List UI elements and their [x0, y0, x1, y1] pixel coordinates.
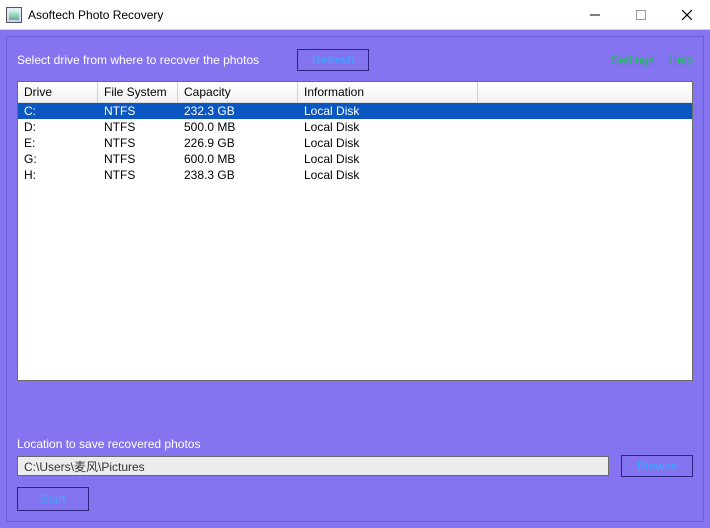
cell-extra	[478, 135, 692, 151]
close-button[interactable]	[664, 0, 710, 30]
start-button[interactable]: Start	[17, 487, 89, 511]
cell-fs: NTFS	[98, 103, 178, 119]
cell-info: Local Disk	[298, 151, 478, 167]
top-bar: Select drive from where to recover the p…	[17, 47, 693, 73]
drive-list-header: Drive File System Capacity Information	[18, 82, 692, 103]
cell-drive: D:	[18, 119, 98, 135]
drive-list[interactable]: Drive File System Capacity Information C…	[17, 81, 693, 381]
cell-capacity: 500.0 MB	[178, 119, 298, 135]
client-area: Select drive from where to recover the p…	[0, 30, 710, 528]
cell-extra	[478, 151, 692, 167]
instruction-text: Select drive from where to recover the p…	[17, 53, 259, 67]
cell-drive: E:	[18, 135, 98, 151]
col-capacity[interactable]: Capacity	[178, 82, 298, 102]
main-panel: Select drive from where to recover the p…	[6, 36, 704, 522]
cell-fs: NTFS	[98, 135, 178, 151]
table-row[interactable]: H:NTFS238.3 GBLocal Disk	[18, 167, 692, 183]
cell-info: Local Disk	[298, 103, 478, 119]
table-row[interactable]: E:NTFS226.9 GBLocal Disk	[18, 135, 692, 151]
cell-info: Local Disk	[298, 119, 478, 135]
cell-extra	[478, 119, 692, 135]
cell-extra	[478, 103, 692, 119]
settings-link[interactable]: Settings	[611, 53, 654, 67]
cell-capacity: 238.3 GB	[178, 167, 298, 183]
cell-capacity: 226.9 GB	[178, 135, 298, 151]
maximize-button[interactable]	[618, 0, 664, 30]
cell-fs: NTFS	[98, 151, 178, 167]
cell-info: Local Disk	[298, 135, 478, 151]
table-row[interactable]: C:NTFS232.3 GBLocal Disk	[18, 103, 692, 119]
cell-drive: G:	[18, 151, 98, 167]
minimize-button[interactable]	[572, 0, 618, 30]
app-icon	[6, 7, 22, 23]
cell-drive: H:	[18, 167, 98, 183]
table-row[interactable]: D:NTFS500.0 MBLocal Disk	[18, 119, 692, 135]
cell-drive: C:	[18, 103, 98, 119]
bottom-area: Location to save recovered photos Browse…	[17, 437, 693, 511]
cell-extra	[478, 167, 692, 183]
col-information[interactable]: Information	[298, 82, 478, 102]
table-row[interactable]: G:NTFS600.0 MBLocal Disk	[18, 151, 692, 167]
refresh-button[interactable]: Refresh	[297, 49, 369, 71]
cell-fs: NTFS	[98, 119, 178, 135]
col-file-system[interactable]: File System	[98, 82, 178, 102]
location-input[interactable]	[17, 456, 609, 476]
titlebar: Asoftech Photo Recovery	[0, 0, 710, 30]
location-label: Location to save recovered photos	[17, 437, 693, 451]
col-extra[interactable]	[478, 82, 692, 102]
col-drive[interactable]: Drive	[18, 82, 98, 102]
top-links: Settings Help	[611, 53, 693, 67]
cell-capacity: 232.3 GB	[178, 103, 298, 119]
cell-info: Local Disk	[298, 167, 478, 183]
browse-button[interactable]: Browse	[621, 455, 693, 477]
window-title: Asoftech Photo Recovery	[28, 8, 163, 22]
cell-fs: NTFS	[98, 167, 178, 183]
help-link[interactable]: Help	[668, 53, 693, 67]
cell-capacity: 600.0 MB	[178, 151, 298, 167]
